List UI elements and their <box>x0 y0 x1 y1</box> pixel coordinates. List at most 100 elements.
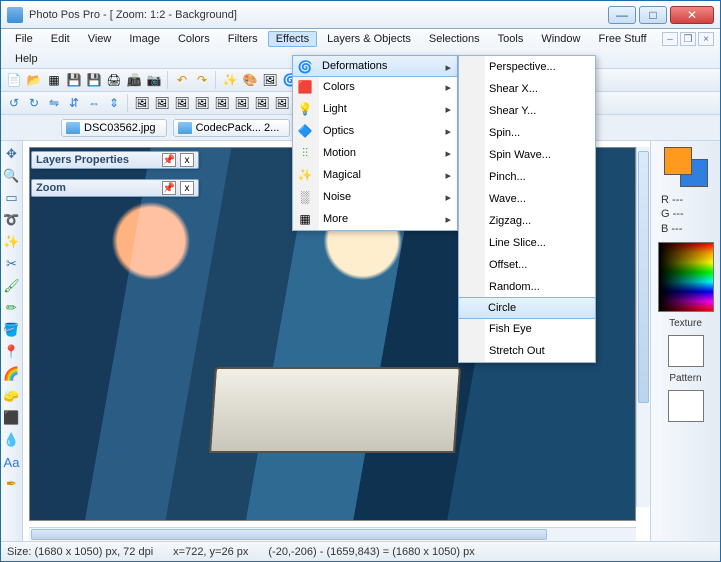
menu-shearx[interactable]: Shear X... <box>459 78 595 100</box>
fill-tool-icon[interactable]: 🪣 <box>3 321 21 339</box>
menu-effects-optics[interactable]: 🔷Optics▸ <box>293 120 457 142</box>
pin-icon[interactable]: 📌 <box>162 153 176 167</box>
preset7-icon[interactable]: 🖼 <box>253 94 271 112</box>
menu-offset[interactable]: Offset... <box>459 254 595 276</box>
preset6-icon[interactable]: 🖼 <box>233 94 251 112</box>
path-tool-icon[interactable]: ✒ <box>3 475 21 493</box>
wand-icon[interactable]: ✨ <box>221 71 239 89</box>
menu-file[interactable]: File <box>7 31 41 47</box>
crop-tool-icon[interactable]: ✂ <box>3 255 21 273</box>
menu-effects[interactable]: Effects <box>268 31 317 47</box>
wand-tool-icon[interactable]: ✨ <box>3 233 21 251</box>
menu-pinch[interactable]: Pinch... <box>459 166 595 188</box>
menu-spin[interactable]: Spin... <box>459 122 595 144</box>
panel-layers-properties[interactable]: Layers Properties 📌 x <box>31 151 199 169</box>
text-tool-icon[interactable]: Aa <box>3 453 21 471</box>
eyedrop-tool-icon[interactable]: 💧 <box>3 431 21 449</box>
preset3-icon[interactable]: 🖼 <box>173 94 191 112</box>
menu-effects-light[interactable]: 💡Light▸ <box>293 98 457 120</box>
clone-tool-icon[interactable]: 📍 <box>3 343 21 361</box>
panel-close-button[interactable]: x <box>180 153 194 167</box>
menu-effects-magical[interactable]: ✨Magical▸ <box>293 164 457 186</box>
new-icon[interactable]: 📄 <box>5 71 23 89</box>
preset4-icon[interactable]: 🖼 <box>193 94 211 112</box>
resize-icon[interactable]: ⇔ <box>85 94 103 112</box>
menu-spinwave[interactable]: Spin Wave... <box>459 144 595 166</box>
resize-v-icon[interactable]: ⇕ <box>105 94 123 112</box>
menu-effects-more[interactable]: ▦More▸ <box>293 208 457 230</box>
save-icon[interactable]: 💾 <box>65 71 83 89</box>
rotate-ccw-icon[interactable]: ↺ <box>5 94 23 112</box>
scan-icon[interactable]: 📠 <box>125 71 143 89</box>
gradient-tool-icon[interactable]: 🌈 <box>3 365 21 383</box>
marquee-tool-icon[interactable]: ▭ <box>3 189 21 207</box>
menu-fisheye[interactable]: Fish Eye <box>459 318 595 340</box>
menu-view[interactable]: View <box>80 31 120 47</box>
camera-icon[interactable]: 📷 <box>145 71 163 89</box>
menu-freestuff[interactable]: Free Stuff <box>590 31 654 47</box>
flip-h-icon[interactable]: ⇋ <box>45 94 63 112</box>
menu-filters[interactable]: Filters <box>220 31 266 47</box>
menu-colors[interactable]: Colors <box>170 31 218 47</box>
panel-zoom[interactable]: Zoom 📌 x <box>31 179 199 197</box>
pencil-tool-icon[interactable]: ✏ <box>3 299 21 317</box>
menu-sheary[interactable]: Shear Y... <box>459 100 595 122</box>
preset5-icon[interactable]: 🖼 <box>213 94 231 112</box>
vertical-scrollbar[interactable] <box>636 147 650 507</box>
undo-icon[interactable]: ↶ <box>173 71 191 89</box>
menu-help[interactable]: Help <box>7 51 46 67</box>
maximize-button[interactable]: □ <box>639 6 667 24</box>
menu-edit[interactable]: Edit <box>43 31 78 47</box>
menu-zigzag[interactable]: Zigzag... <box>459 210 595 232</box>
mdi-close-button[interactable]: × <box>698 32 714 46</box>
menu-layers[interactable]: Layers & Objects <box>319 31 419 47</box>
adjust-icon[interactable]: 🎨 <box>241 71 259 89</box>
color-picker[interactable] <box>658 242 714 312</box>
frame-icon[interactable]: 🖼 <box>261 71 279 89</box>
rotate-cw-icon[interactable]: ↻ <box>25 94 43 112</box>
menu-stretch[interactable]: Stretch Out <box>459 340 595 362</box>
menu-wave[interactable]: Wave... <box>459 188 595 210</box>
tab-document-2[interactable]: CodecPack... 2... <box>173 119 291 137</box>
menu-effects-colors[interactable]: 🟥Colors▸ <box>293 76 457 98</box>
shape-tool-icon[interactable]: ⬛ <box>3 409 21 427</box>
mdi-minimize-button[interactable]: – <box>662 32 678 46</box>
panel-close-button[interactable]: x <box>180 181 194 195</box>
texture-swatch[interactable] <box>668 335 704 367</box>
move-tool-icon[interactable]: ✥ <box>3 145 21 163</box>
menu-effects-noise[interactable]: ░Noise▸ <box>293 186 457 208</box>
pattern-swatch[interactable] <box>668 390 704 422</box>
horizontal-scrollbar[interactable] <box>29 527 636 541</box>
preset8-icon[interactable]: 🖼 <box>273 94 291 112</box>
menu-random[interactable]: Random... <box>459 276 595 298</box>
zoom-tool-icon[interactable]: 🔍 <box>3 167 21 185</box>
preset1-icon[interactable]: 🖼 <box>133 94 151 112</box>
close-button[interactable]: ✕ <box>670 6 714 24</box>
grid-icon[interactable]: ▦ <box>45 71 63 89</box>
saveall-icon[interactable]: 💾 <box>85 71 103 89</box>
tab-document-1[interactable]: DSC03562.jpg <box>61 119 167 137</box>
redo-icon[interactable]: ↷ <box>193 71 211 89</box>
minimize-button[interactable]: — <box>608 6 636 24</box>
eraser-tool-icon[interactable]: 🧽 <box>3 387 21 405</box>
menu-image[interactable]: Image <box>121 31 168 47</box>
menu-tools[interactable]: Tools <box>490 31 532 47</box>
flip-v-icon[interactable]: ⇵ <box>65 94 83 112</box>
print-icon[interactable]: 🖨 <box>105 71 123 89</box>
lasso-tool-icon[interactable]: ➰ <box>3 211 21 229</box>
menu-lineslice[interactable]: Line Slice... <box>459 232 595 254</box>
preset2-icon[interactable]: 🖼 <box>153 94 171 112</box>
scrollbar-thumb[interactable] <box>638 151 649 403</box>
menu-window[interactable]: Window <box>533 31 588 47</box>
open-icon[interactable]: 📂 <box>25 71 43 89</box>
color-swatches[interactable] <box>664 147 708 187</box>
mdi-restore-button[interactable]: ❐ <box>680 32 696 46</box>
scrollbar-thumb[interactable] <box>31 529 547 540</box>
menu-deformations[interactable]: 🌀Deformations▸ <box>292 55 458 77</box>
menu-selections[interactable]: Selections <box>421 31 488 47</box>
pin-icon[interactable]: 📌 <box>162 181 176 195</box>
foreground-color-swatch[interactable] <box>664 147 692 175</box>
brush-tool-icon[interactable]: 🖌 <box>3 277 21 295</box>
menu-circle[interactable]: Circle <box>458 297 596 319</box>
menu-effects-motion[interactable]: ⫶⫶Motion▸ <box>293 142 457 164</box>
